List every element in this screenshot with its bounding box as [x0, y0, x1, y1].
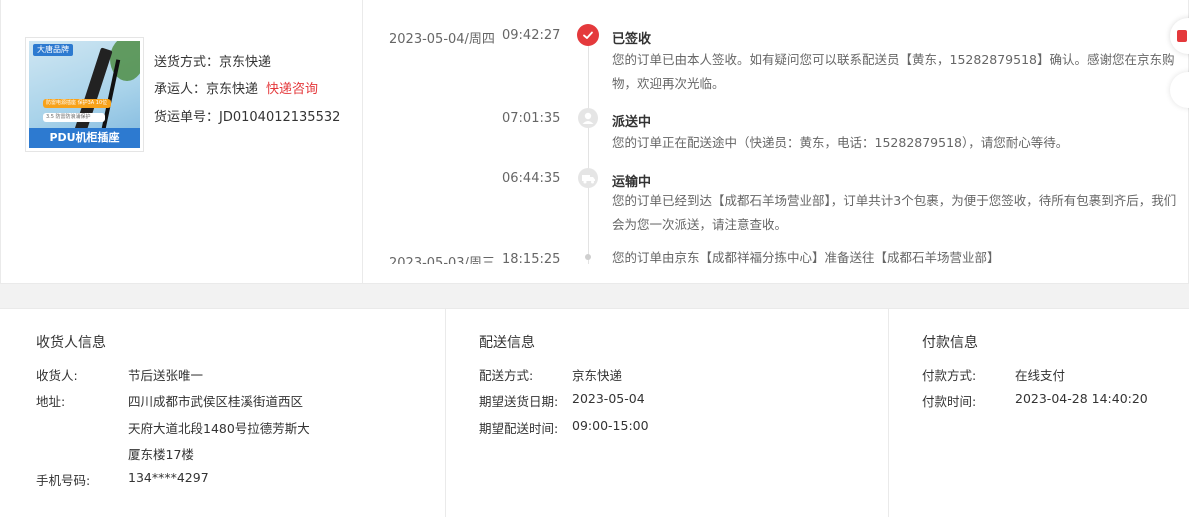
consignee-name-label: 收货人:: [36, 368, 78, 383]
order-info-panel: 收货人信息 收货人: 节后送张唯一 地址: 四川成都市武侯区桂溪街道西区 天府大…: [0, 308, 1189, 517]
timeline-date: 2023-05-04/周四: [389, 32, 495, 47]
waybill-row: 货运单号：JD0104012135532: [154, 106, 340, 125]
expected-time-label: 期望配送时间:: [479, 421, 559, 436]
timeline-time: 09:42:27: [502, 28, 561, 43]
waybill-number: JD0104012135532: [219, 110, 341, 125]
waybill-label: 货运单号：: [154, 110, 220, 125]
shipment-panel: 大唐品牌 防雷电源插座 保护3A 10位 3.5 防雷防浪涌保护 PDU机柜插座…: [0, 0, 1189, 284]
payment-info: 付款信息 付款方式: 在线支付 付款时间: 2023-04-28 14:40:2…: [889, 309, 1189, 517]
timeline-status: 派送中: [612, 115, 652, 130]
product-thumbnail[interactable]: 大唐品牌 防雷电源插座 保护3A 10位 3.5 防雷防浪涌保护 PDU机柜插座: [25, 37, 144, 152]
dot-icon: [585, 254, 591, 260]
timeline-description: 您的订单已经到达【成都石羊场营业部】，订单共计3个包裹，为便于您签收，待所有包裹…: [612, 193, 1177, 232]
payment-title: 付款信息: [922, 335, 978, 351]
expected-date-label: 期望送货日期:: [479, 394, 559, 409]
delivery-method-label: 配送方式:: [479, 368, 534, 383]
timeline-time: 18:15:25: [502, 252, 561, 264]
tracking-timeline[interactable]: 2023-05-04/周四 09:42:27 已签收 您的订单已由本人签收。如有…: [363, 0, 1189, 264]
payment-method-value: 在线支付: [1015, 368, 1066, 383]
timeline-status: 运输中: [612, 175, 652, 190]
shipping-summary: 大唐品牌 防雷电源插座 保护3A 10位 3.5 防雷防浪涌保护 PDU机柜插座…: [1, 0, 363, 284]
carrier-label: 承运人：: [154, 82, 207, 97]
shipping-method-value: 京东快递: [219, 55, 272, 70]
address-line-3: 厦东楼17楼: [128, 447, 194, 462]
timeline-date: 2023-05-03/周三: [389, 256, 495, 264]
delivery-method-value: 京东快递: [572, 368, 623, 383]
payment-method-label: 付款方式:: [922, 368, 977, 383]
jd-logo-icon: [1177, 30, 1187, 42]
timeline-line: [588, 36, 589, 264]
courier-inquiry-link[interactable]: 快递咨询: [266, 82, 318, 97]
check-icon: [577, 24, 599, 46]
consignee-title: 收货人信息: [36, 335, 106, 351]
shipping-method-row: 送货方式：京东快递: [154, 51, 271, 70]
phone-label: 手机号码:: [36, 473, 91, 488]
payment-time-value: 2023-04-28 14:40:20: [1015, 391, 1148, 406]
payment-time-label: 付款时间:: [922, 394, 977, 409]
product-feature-2: 3.5 防雷防浪涌保护: [43, 113, 105, 122]
address-line-2: 天府大道北段1480号拉德芳斯大: [128, 421, 310, 436]
carrier-row: 承运人：京东快递 快递咨询: [154, 78, 318, 97]
consignee-name: 节后送张唯一: [128, 368, 204, 383]
timeline-status: 已签收: [612, 32, 652, 47]
carrier-value: 京东快递: [206, 82, 259, 97]
courier-icon: [578, 108, 598, 128]
expected-date-value: 2023-05-04: [572, 391, 645, 406]
product-image: 大唐品牌 防雷电源插座 保护3A 10位 3.5 防雷防浪涌保护 PDU机柜插座: [29, 41, 140, 148]
truck-icon: [578, 168, 598, 188]
timeline-time: 07:01:35: [502, 111, 561, 126]
delivery-info: 配送信息 配送方式: 京东快递 期望送货日期: 2023-05-04 期望配送时…: [446, 309, 889, 517]
timeline-description: 您的订单由京东【成都祥福分拣中心】准备送往【成都石羊场营业部】: [612, 250, 1000, 264]
phone-value: 134****4297: [128, 470, 209, 485]
timeline-description: 您的订单已由本人签收。如有疑问您可以联系配送员【黄东，15282879518】确…: [612, 52, 1175, 91]
product-feature-1: 防雷电源插座 保护3A 10位: [43, 99, 111, 108]
timeline-description: 您的订单正在配送途中（快递员：黄东，电话：15282879518），请您耐心等待…: [612, 135, 1069, 150]
expected-time-value: 09:00-15:00: [572, 418, 649, 433]
timeline-time: 06:44:35: [502, 171, 561, 186]
address-label: 地址:: [36, 394, 66, 409]
shipping-method-label: 送货方式：: [154, 55, 220, 70]
product-brand-tag: 大唐品牌: [33, 44, 73, 56]
delivery-title: 配送信息: [479, 335, 535, 351]
address-line-1: 四川成都市武侯区桂溪街道西区: [128, 394, 304, 409]
consignee-info: 收货人信息 收货人: 节后送张唯一 地址: 四川成都市武侯区桂溪街道西区 天府大…: [0, 309, 446, 517]
product-banner: PDU机柜插座: [29, 128, 140, 148]
